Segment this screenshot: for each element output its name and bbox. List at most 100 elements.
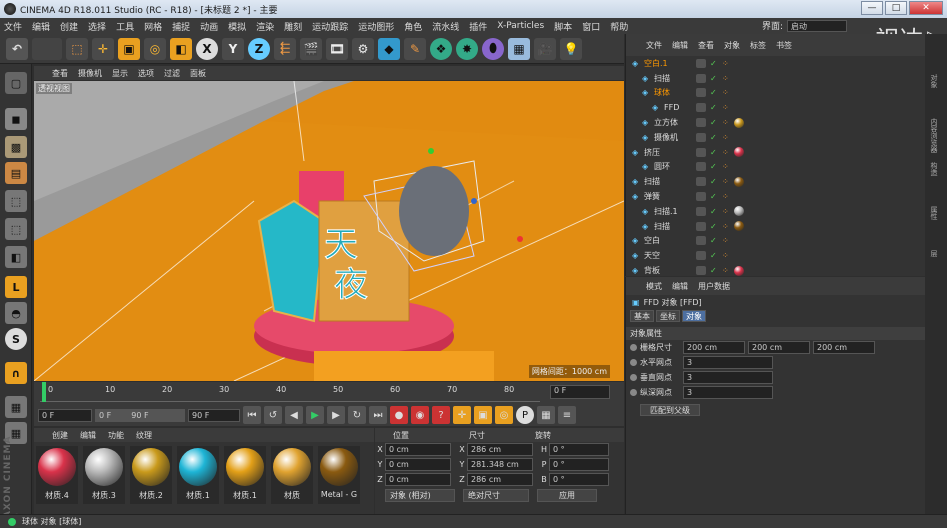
polygons-mode-icon[interactable]: ◧ <box>5 246 27 268</box>
enabled-check-icon[interactable]: ✓ <box>710 118 717 127</box>
auto-key-icon[interactable]: ◉ <box>411 406 429 424</box>
minimize-button[interactable]: — <box>861 1 883 15</box>
object-menu-item[interactable]: 书签 <box>776 40 792 51</box>
menu-item[interactable]: 流水线 <box>432 20 459 33</box>
coordinate-mode-dropdown[interactable]: 对象 (相对) <box>385 489 455 502</box>
viewport-menu-item[interactable]: 查看 <box>52 68 68 79</box>
attribute-tab[interactable]: 坐标 <box>656 310 680 322</box>
object-row[interactable]: ◈ 圆环 ✓ ⁘ <box>626 160 925 175</box>
visibility-toggle[interactable] <box>696 221 706 231</box>
axis-handle-x[interactable] <box>517 236 523 242</box>
x-axis-icon[interactable]: X <box>196 37 218 60</box>
key-rotation-icon[interactable]: ◎ <box>495 406 513 424</box>
tweak-mode-icon[interactable]: ◓ <box>5 302 27 324</box>
rotation-input[interactable]: 0 ° <box>549 443 609 456</box>
object-name[interactable]: 天空 <box>644 250 660 261</box>
enabled-check-icon[interactable]: ✓ <box>710 148 717 157</box>
maximize-button[interactable]: □ <box>885 1 907 15</box>
material-tag-icon[interactable] <box>734 221 744 232</box>
object-name[interactable]: FFD <box>664 103 679 112</box>
material-swatch[interactable]: 材质.2 <box>130 446 172 504</box>
visibility-toggle[interactable] <box>696 147 706 157</box>
menu-item[interactable]: 渲染 <box>256 20 274 33</box>
texture-mode-icon[interactable]: ▩ <box>5 136 27 158</box>
menu-item[interactable]: 文件 <box>4 20 22 33</box>
current-frame-field[interactable]: 0 F <box>550 385 610 399</box>
points-mode-icon[interactable]: ⬚ <box>5 190 27 212</box>
material-tag-icon[interactable] <box>734 117 744 128</box>
attribute-value-input[interactable]: 3 <box>683 371 773 384</box>
render-view-icon[interactable]: 🎬 <box>300 37 322 60</box>
object-name[interactable]: 扫描 <box>654 221 670 232</box>
object-name[interactable]: 扫描 <box>654 73 670 84</box>
object-row[interactable]: ◈ 天空 ✓ ⁘ <box>626 248 925 263</box>
menu-item[interactable]: 帮助 <box>610 20 628 33</box>
object-row[interactable]: ◈ 空白 ✓ ⁘ <box>626 234 925 249</box>
timeline[interactable]: 0102030405060708090 0 F <box>34 382 624 404</box>
object-row[interactable]: ◈ 球体 ✓ ⁘ <box>626 86 925 101</box>
rotation-input[interactable]: 0 ° <box>549 473 609 486</box>
material-swatch[interactable]: 材质.1 <box>177 446 219 504</box>
enabled-check-icon[interactable]: ✓ <box>710 88 717 97</box>
viewport-menu-item[interactable]: 过滤 <box>164 68 180 79</box>
menu-item[interactable]: 雕刻 <box>284 20 302 33</box>
attribute-menu-item[interactable]: 编辑 <box>672 281 688 292</box>
object-row[interactable]: ◈ 扫描 ✓ ⁘ <box>626 71 925 86</box>
visibility-toggle[interactable] <box>696 251 706 261</box>
visibility-toggle[interactable] <box>696 58 706 68</box>
enabled-check-icon[interactable]: ✓ <box>710 207 717 216</box>
menu-item[interactable]: 窗口 <box>582 20 600 33</box>
move-icon[interactable]: ✛ <box>92 37 114 60</box>
menu-item[interactable]: 编辑 <box>32 20 50 33</box>
object-row[interactable]: ◈ 挤压 ✓ ⁘ <box>626 145 925 160</box>
viewport-menu-item[interactable]: 摄像机 <box>78 68 102 79</box>
object-name[interactable]: 扫描 <box>644 176 660 187</box>
enabled-check-icon[interactable]: ✓ <box>710 59 717 68</box>
enabled-check-icon[interactable]: ✓ <box>710 103 717 112</box>
max-frame-input[interactable]: 90 F <box>188 408 240 422</box>
right-tab[interactable]: 对象 <box>929 74 939 88</box>
visibility-toggle[interactable] <box>696 162 706 172</box>
material-swatch[interactable]: 材质.3 <box>83 446 125 504</box>
menu-item[interactable]: 插件 <box>469 20 487 33</box>
attribute-value-input[interactable]: 200 cm <box>683 341 745 354</box>
object-name[interactable]: 扫描.1 <box>654 206 678 217</box>
go-to-end-icon[interactable]: ⏭ <box>369 406 387 424</box>
material-menu-item[interactable]: 编辑 <box>80 430 96 441</box>
menu-item[interactable]: 角色 <box>404 20 422 33</box>
key-pla-icon[interactable]: ▦ <box>537 406 555 424</box>
visibility-toggle[interactable] <box>696 192 706 202</box>
enabled-check-icon[interactable]: ✓ <box>710 251 717 260</box>
menu-item[interactable]: X-Particles <box>497 21 544 31</box>
magnet-icon[interactable]: ∩ <box>5 362 27 384</box>
object-menu-item[interactable]: 文件 <box>646 40 662 51</box>
object-row[interactable]: ◈ 摄像机 ✓ ⁘ <box>626 130 925 145</box>
visibility-toggle[interactable] <box>696 118 706 128</box>
object-name[interactable]: 摄像机 <box>654 132 678 143</box>
animate-radio[interactable] <box>630 359 637 366</box>
attribute-menu-item[interactable]: 用户数据 <box>698 281 730 292</box>
object-name[interactable]: 挤压 <box>644 147 660 158</box>
key-scale-icon[interactable]: ▣ <box>474 406 492 424</box>
animate-radio[interactable] <box>630 389 637 396</box>
key-param-icon[interactable]: P <box>516 406 534 424</box>
viewport-menu-item[interactable]: 选项 <box>138 68 154 79</box>
right-tab[interactable]: 属性 <box>929 206 939 220</box>
object-name[interactable]: 弹簧 <box>644 191 660 202</box>
right-tab[interactable]: 内容浏览器 <box>929 118 939 153</box>
visibility-toggle[interactable] <box>696 88 706 98</box>
viewport-menu-item[interactable]: 显示 <box>112 68 128 79</box>
pen-icon[interactable]: ✎ <box>404 37 426 60</box>
object-name[interactable]: 圆环 <box>654 161 670 172</box>
record-icon[interactable]: ● <box>390 406 408 424</box>
y-axis-icon[interactable]: Y <box>222 37 244 60</box>
attribute-tab[interactable]: 基本 <box>630 310 654 322</box>
floor-icon[interactable]: ▦ <box>508 37 530 60</box>
object-row[interactable]: ◈ 扫描 ✓ ⁘ <box>626 174 925 189</box>
object-menu-item[interactable]: 对象 <box>724 40 740 51</box>
right-tab[interactable]: 层 <box>929 250 939 257</box>
light-icon[interactable]: 💡 <box>560 37 582 60</box>
material-tag-icon[interactable] <box>734 147 744 158</box>
visibility-toggle[interactable] <box>696 132 706 142</box>
subdivision-icon[interactable]: ❖ <box>430 37 452 60</box>
